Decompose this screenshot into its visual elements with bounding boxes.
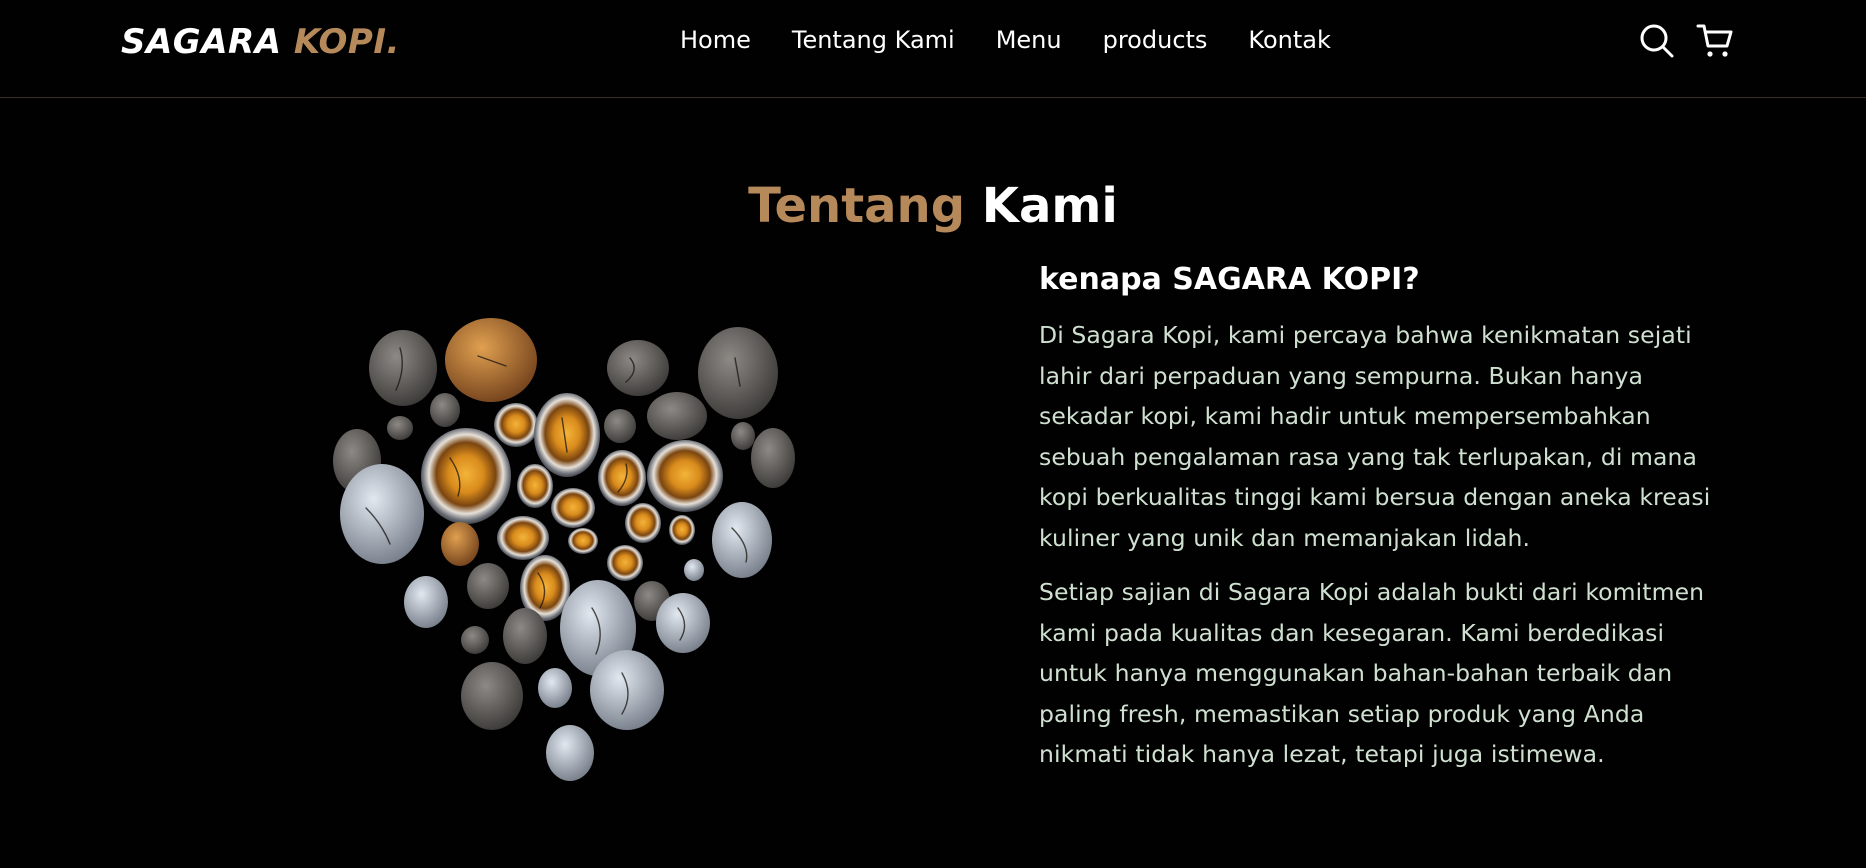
- about-paragraph-2: Setiap sajian di Sagara Kopi adalah bukt…: [1039, 578, 1705, 768]
- shopping-cart-icon[interactable]: [1696, 22, 1734, 60]
- section-title-white: Kami: [965, 177, 1118, 234]
- brand-name-white: SAGARA: [121, 22, 294, 62]
- search-icon[interactable]: [1638, 22, 1676, 60]
- about-heading: kenapa SAGARA KOPI?: [1039, 262, 1420, 297]
- about-paragraph-1: Di Sagara Kopi, kami percaya bahwa kenik…: [1039, 321, 1711, 552]
- coffee-bean-heart-image: [333, 318, 795, 781]
- section-title-brown: Tentang: [748, 177, 966, 234]
- brand-logo[interactable]: SAGARA KOPI.: [121, 22, 400, 62]
- nav-item-menu[interactable]: Menu: [996, 26, 1062, 54]
- about-content: kenapa SAGARA KOPI? Di Sagara Kopi, kami…: [1039, 262, 1729, 789]
- navbar: SAGARA KOPI. Home Tentang Kami Menu prod…: [0, 0, 1866, 98]
- section-title: Tentang Kami: [0, 178, 1866, 234]
- brand-name-brown: KOPI.: [293, 22, 400, 62]
- nav-item-tentang-kami[interactable]: Tentang Kami: [792, 26, 955, 54]
- nav-icons: [1638, 22, 1734, 60]
- nav-item-products[interactable]: products: [1103, 26, 1208, 54]
- nav-item-home[interactable]: Home: [680, 26, 751, 54]
- nav-links: Home Tentang Kami Menu products Kontak: [680, 26, 1331, 54]
- nav-item-kontak[interactable]: Kontak: [1248, 26, 1330, 54]
